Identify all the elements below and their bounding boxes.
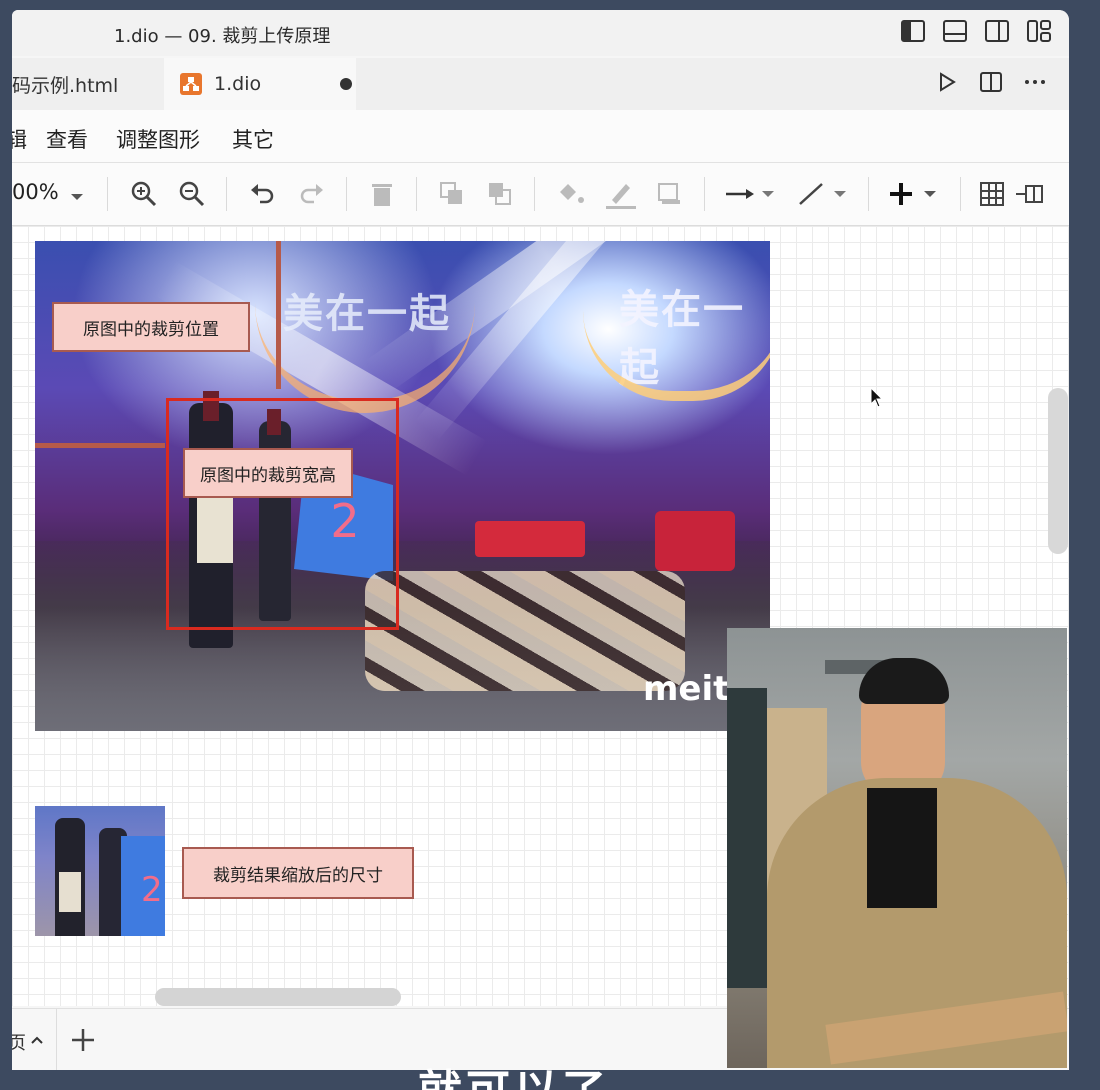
table-number-card: 2 xyxy=(121,836,165,936)
page-bar-divider xyxy=(56,1009,57,1070)
table-icon[interactable] xyxy=(978,180,1006,208)
crop-rectangle[interactable] xyxy=(166,398,399,630)
zoom-in-icon[interactable] xyxy=(130,180,158,208)
layout-controls xyxy=(901,20,1051,42)
label-crop-size[interactable]: 原图中的裁剪宽高 xyxy=(183,448,353,498)
candy-pile xyxy=(365,571,685,691)
toolbar-divider xyxy=(868,177,869,211)
toolbar-divider xyxy=(346,177,347,211)
horizontal-scrollbar[interactable] xyxy=(155,988,401,1006)
label-crop-position[interactable]: 原图中的裁剪位置 xyxy=(52,302,250,352)
toggle-secondary-sidebar-icon[interactable] xyxy=(985,20,1009,42)
tab-label: 码示例.html xyxy=(12,74,119,97)
red-napkin xyxy=(475,521,585,557)
toggle-primary-sidebar-icon[interactable] xyxy=(901,20,925,42)
connection-style-icon[interactable] xyxy=(724,180,776,208)
menu-edit[interactable]: 辑 xyxy=(12,124,27,154)
toolbar: 00% xyxy=(12,163,1069,226)
tab-dio[interactable]: 1.dio xyxy=(164,58,356,110)
format-panel-icon[interactable] xyxy=(1014,180,1044,208)
toolbar-divider xyxy=(226,177,227,211)
shadow-icon[interactable] xyxy=(656,180,684,208)
drawio-file-icon xyxy=(180,73,202,95)
toolbar-divider xyxy=(960,177,961,211)
menu-extras[interactable]: 其它 xyxy=(232,124,274,154)
tab-label: 1.dio xyxy=(214,73,262,95)
crop-x-guide-line[interactable] xyxy=(35,443,165,448)
table-number: 2 xyxy=(141,870,163,910)
tab-html[interactable]: 码示例.html xyxy=(12,58,164,110)
waypoints-icon[interactable] xyxy=(796,180,848,208)
toolbar-divider xyxy=(416,177,417,211)
line-color-icon[interactable] xyxy=(604,180,636,209)
menu-bar: 辑 查看 调整图形 其它 xyxy=(12,110,1069,163)
run-icon[interactable] xyxy=(935,70,959,94)
delete-icon[interactable] xyxy=(368,180,396,208)
zoom-level[interactable]: 00% xyxy=(12,180,59,208)
insert-icon[interactable] xyxy=(888,180,940,208)
customize-layout-icon[interactable] xyxy=(1027,20,1051,42)
unsaved-dot-icon[interactable] xyxy=(340,78,352,90)
vertical-scrollbar[interactable] xyxy=(1048,388,1068,554)
video-subtitle: 就可以了 xyxy=(418,1066,610,1090)
toggle-panel-icon[interactable] xyxy=(943,20,967,42)
bookshelf xyxy=(727,688,767,988)
zoom-out-icon[interactable] xyxy=(178,180,206,208)
page-tab[interactable]: 页 xyxy=(12,1029,26,1055)
tab-bar: 码示例.html 1.dio xyxy=(12,58,1069,110)
webcam-overlay xyxy=(727,628,1067,1068)
add-page-icon[interactable] xyxy=(70,1027,96,1057)
menu-view[interactable]: 查看 xyxy=(46,124,88,154)
crop-y-guide-line[interactable] xyxy=(276,241,281,389)
presenter-shirt xyxy=(867,788,937,908)
toolbar-divider xyxy=(534,177,535,211)
editor-actions xyxy=(935,70,1047,94)
zoom-dropdown-icon[interactable] xyxy=(70,187,84,215)
mouse-pointer-icon xyxy=(870,387,884,408)
toolbar-divider xyxy=(704,177,705,211)
split-editor-icon[interactable] xyxy=(979,70,1003,94)
menu-arrange[interactable]: 调整图形 xyxy=(116,124,200,154)
red-napkin xyxy=(655,511,735,571)
undo-icon[interactable] xyxy=(248,180,276,208)
scaled-result-image[interactable]: 2 xyxy=(35,806,165,936)
redo-icon[interactable] xyxy=(298,180,326,208)
wine-label xyxy=(59,872,81,912)
to-back-icon[interactable] xyxy=(486,180,514,208)
more-actions-icon[interactable] xyxy=(1023,70,1047,94)
fill-color-icon[interactable] xyxy=(556,180,588,208)
window-title: 1.dio — 09. 裁剪上传原理 xyxy=(114,26,331,47)
chevron-up-icon[interactable] xyxy=(30,1031,44,1050)
to-front-icon[interactable] xyxy=(438,180,466,208)
title-bar: 1.dio — 09. 裁剪上传原理 xyxy=(12,10,1069,56)
label-scaled-size[interactable]: 裁剪结果缩放后的尺寸 xyxy=(182,847,414,899)
toolbar-divider xyxy=(107,177,108,211)
